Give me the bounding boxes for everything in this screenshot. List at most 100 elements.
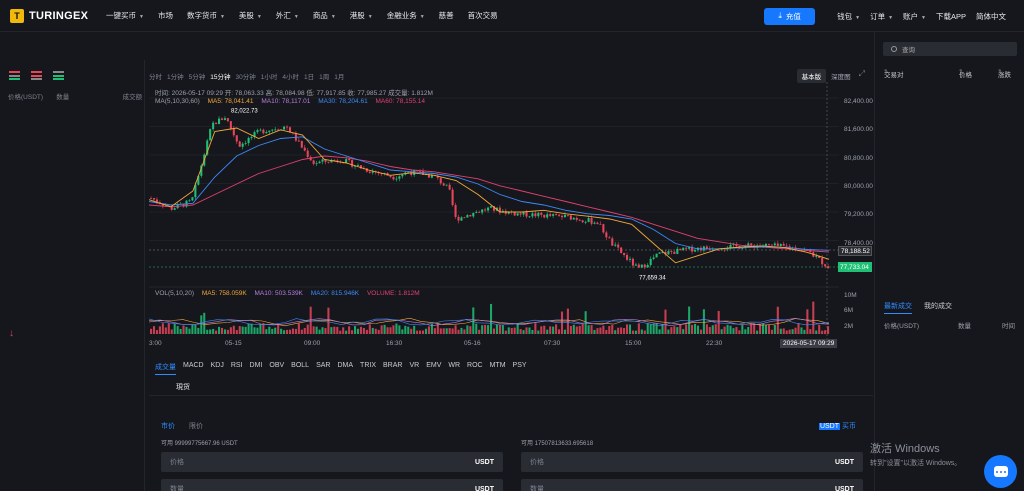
orderbook-both-icon[interactable] — [9, 71, 20, 80]
nav-item-5[interactable]: 商品 ▼ — [313, 10, 336, 21]
buy-price-field[interactable]: 价格 USDT — [161, 452, 503, 472]
nav-right-item-4[interactable]: 简体中文 — [976, 11, 1006, 22]
tab-limit-order[interactable]: 限价 — [189, 423, 203, 430]
timeframe-tab[interactable]: 5分钟 — [189, 71, 206, 81]
sell-amount-field[interactable]: 数量 USDT — [521, 479, 863, 491]
candle-body — [315, 163, 318, 165]
tab-market-order[interactable]: 市价 — [161, 423, 175, 430]
indicator-tab[interactable]: RSI — [231, 362, 243, 375]
trades-time-header: 时间 — [1002, 323, 1015, 330]
orderbook-buy-icon[interactable] — [53, 71, 64, 80]
indicator-tab[interactable]: PSY — [513, 362, 527, 375]
nav-item-4[interactable]: 外汇 ▼ — [276, 10, 299, 21]
volume-bar — [682, 329, 685, 334]
candle-body — [679, 248, 682, 251]
tab-usdt[interactable]: USDT — [818, 423, 840, 430]
volume-bar — [416, 330, 419, 334]
volume-bar — [522, 330, 525, 334]
candle-body — [244, 143, 247, 144]
nav-item-3[interactable]: 美股 ▼ — [239, 10, 262, 21]
volume-bar — [756, 330, 759, 334]
timeframe-tab[interactable]: 1小时 — [261, 71, 278, 81]
buy-amount-field[interactable]: 数量 USDT — [161, 479, 503, 491]
nav-right-item-1[interactable]: 订单 ▼ — [870, 11, 893, 22]
indicator-tab[interactable]: TRIX — [360, 362, 376, 375]
brand-logo[interactable]: T TURINGEX — [10, 8, 106, 23]
nav-item-9[interactable]: 首次交易 — [468, 10, 498, 21]
main-menu: 一键买币 ▼ 市场 数字货币 ▼ 美股 ▼ 外汇 ▼ 商品 ▼ 港股 ▼ 金融业务 ▼ 慈善 首次交易 — [106, 10, 512, 21]
volume-bar — [457, 329, 460, 334]
indicator-tab[interactable]: MTM — [490, 362, 506, 375]
nav-item-1[interactable]: 市场 — [158, 10, 173, 21]
nav-item-7[interactable]: 金融业务 ▼ — [387, 10, 425, 21]
candle-body — [271, 129, 274, 131]
indicator-tab[interactable]: BOLL — [291, 362, 309, 375]
volume-bar — [723, 326, 726, 334]
volume-axis-label: 10M — [844, 292, 857, 299]
indicator-tab[interactable]: SAR — [316, 362, 330, 375]
timeframe-tab[interactable]: 15分钟 — [210, 71, 230, 81]
nav-item-8[interactable]: 慈善 — [439, 10, 454, 21]
indicator-tab[interactable]: EMV — [426, 362, 441, 375]
candlestick-chart[interactable]: 82,022.73 77,659.34 — [149, 82, 839, 340]
volume-bar — [427, 326, 430, 334]
nav-right-item-0[interactable]: 钱包 ▼ — [837, 11, 860, 22]
sell-price-unit: USDT — [834, 458, 854, 466]
volume-bar — [720, 329, 723, 334]
indicator-tab[interactable]: MACD — [183, 362, 204, 375]
nav-right-item-label: 下载APP — [935, 11, 966, 21]
order-book: 价格(USDT) 数量 成交额 ↓ — [0, 60, 145, 491]
timeframe-tab[interactable]: 分时 — [149, 71, 162, 81]
crosshair-time-label: 2026-05-17 09:29 — [780, 339, 838, 348]
nav-right-item-3[interactable]: 下载APP — [936, 11, 966, 22]
tab-latest-trades[interactable]: 最新成交 — [884, 303, 912, 314]
nav-right-item-2[interactable]: 账户 ▼ — [903, 11, 926, 22]
indicator-tab[interactable]: VR — [409, 362, 419, 375]
nav-item-6[interactable]: 港股 ▼ — [350, 10, 373, 21]
timeframe-tab[interactable]: 1月 — [334, 71, 344, 81]
timeframe-tab[interactable]: 1日 — [304, 71, 314, 81]
timeframe-tab[interactable]: 1分钟 — [167, 71, 184, 81]
trades-price-header: 价格(USDT) — [884, 323, 920, 330]
indicator-tab[interactable]: DMA — [337, 362, 353, 375]
indicator-tab[interactable]: 成交量 — [155, 362, 176, 375]
candle-body — [274, 129, 277, 131]
basic-view-button[interactable]: 基本版 — [796, 69, 827, 83]
volume-bar — [773, 324, 776, 334]
indicator-tab[interactable]: DMI — [250, 362, 263, 375]
volume-bar — [238, 326, 241, 334]
tab-my-trades[interactable]: 我的成交 — [924, 303, 952, 310]
timeframe-tab[interactable]: 1周 — [319, 71, 329, 81]
market-search-input[interactable]: 查询 — [883, 42, 1017, 56]
indicator-tab[interactable]: KDJ — [211, 362, 224, 375]
candle-body — [685, 247, 688, 249]
sell-price-field[interactable]: 价格 USDT — [521, 452, 863, 472]
timeframe-tab[interactable]: 4小时 — [282, 71, 299, 81]
nav-item-label: 市场 — [157, 11, 173, 20]
timeframe-tab[interactable]: 30分钟 — [235, 71, 255, 81]
orderbook-amount-header: 数量 — [56, 94, 70, 101]
low-price-annotation: 77,659.34 — [639, 275, 666, 281]
volume-bar — [614, 330, 617, 334]
deposit-button[interactable]: ⤓ 充值 — [764, 7, 816, 25]
tab-buy-coin[interactable]: 买币 — [842, 423, 856, 430]
candle-body — [150, 198, 153, 199]
orderbook-sell-icon[interactable] — [31, 71, 42, 80]
candle-body — [543, 214, 546, 218]
nav-item-2[interactable]: 数字货币 ▼ — [187, 10, 225, 21]
depth-view-button[interactable]: 深度图 — [826, 69, 856, 83]
indicator-tab[interactable]: ROC — [467, 362, 483, 375]
nav-item-0[interactable]: 一键买币 ▼ — [106, 10, 144, 21]
volume-bar — [478, 329, 481, 334]
spot-label: 現货 — [176, 384, 190, 391]
chat-support-button[interactable] — [984, 455, 1017, 488]
volume-bar — [779, 328, 782, 334]
fullscreen-icon[interactable]: ⤢ — [859, 69, 865, 83]
candle-body — [552, 214, 555, 216]
volume-bar — [702, 309, 705, 334]
indicator-tab[interactable]: OBV — [269, 362, 284, 375]
indicator-tab[interactable]: BRAR — [383, 362, 402, 375]
indicator-tab[interactable]: WR — [448, 362, 460, 375]
candle-body — [454, 205, 457, 217]
volume-bar — [487, 325, 490, 334]
